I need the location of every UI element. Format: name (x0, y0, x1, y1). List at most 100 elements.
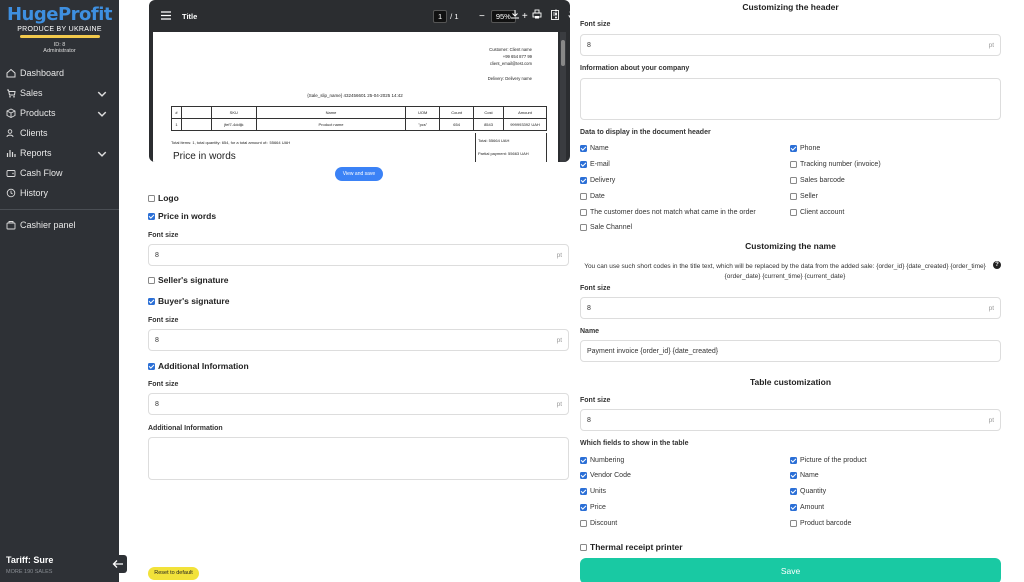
table-field-picture[interactable]: Picture of the product (790, 457, 867, 464)
pdf-scrollbar[interactable] (560, 32, 566, 162)
checkbox-box[interactable] (790, 177, 797, 184)
sidebar-item-cash-flow[interactable]: Cash Flow (0, 163, 119, 183)
checkbox-box[interactable] (790, 145, 797, 152)
checkbox-box[interactable] (580, 504, 587, 511)
more-vertical-icon[interactable] (554, 9, 558, 19)
checkbox-box[interactable] (790, 161, 797, 168)
checkbox-box[interactable] (580, 543, 587, 551)
checkbox-box[interactable] (148, 212, 155, 220)
save-button[interactable]: Save (580, 558, 1001, 582)
signature-font-size-input[interactable]: 8 pt (148, 329, 569, 351)
sidebar-item-history[interactable]: History (0, 183, 119, 203)
header-field-phone[interactable]: Phone (790, 145, 820, 152)
checkbox-box[interactable] (790, 457, 797, 464)
zoom-out-button[interactable]: − (479, 11, 485, 22)
header-field-seller[interactable]: Seller (790, 193, 818, 200)
sidebar-item-products[interactable]: Products (0, 103, 119, 123)
header-field-date[interactable]: Date (580, 193, 605, 200)
table-font-size-input[interactable]: 8 pt (580, 409, 1001, 431)
table-field-amount[interactable]: Amount (790, 504, 824, 511)
reset-to-default-button[interactable]: Reset to default (148, 567, 199, 580)
rotate-icon[interactable] (567, 10, 570, 20)
header-field-sale-channel[interactable]: Sale Channel (580, 224, 632, 231)
sidebar-item-reports[interactable]: Reports (0, 143, 119, 163)
table-field-vendor-code[interactable]: Vendor Code (580, 472, 631, 479)
pdf-title: Title (182, 12, 198, 21)
sidebar-item-dashboard[interactable]: Dashboard (0, 63, 119, 83)
checkbox-box[interactable] (148, 297, 155, 305)
checkbox-label: Name (800, 472, 819, 479)
table-header-cell: UOM (405, 106, 441, 119)
home-icon (6, 68, 16, 78)
sidebar-item-sales[interactable]: Sales (0, 83, 119, 103)
checkbox-box[interactable] (790, 472, 797, 479)
font-size-label: Font size (580, 397, 611, 404)
sidebar-divider (0, 209, 119, 210)
checkbox-box[interactable] (148, 362, 155, 370)
view-and-save-button[interactable]: View and save (335, 167, 383, 181)
name-input[interactable]: Payment invoice {order_id} {date_created… (580, 340, 1001, 362)
checkbox-box[interactable] (580, 161, 587, 168)
checkbox-box[interactable] (790, 504, 797, 511)
checkbox-box[interactable] (580, 177, 587, 184)
header-field-email[interactable]: E-mail (580, 161, 610, 168)
additional-information-textarea[interactable] (148, 437, 569, 480)
table-field-numbering[interactable]: Numbering (580, 457, 624, 464)
checkbox-box[interactable] (580, 193, 587, 200)
sidebar-item-cashier-panel[interactable]: Cashier panel (0, 215, 119, 235)
header-font-size-input[interactable]: 8 pt (580, 34, 1001, 56)
download-icon[interactable] (510, 9, 520, 19)
page-input[interactable]: 1 (433, 10, 448, 23)
checkbox-box[interactable] (580, 457, 587, 464)
thermal-printer-checkbox[interactable]: Thermal receipt printer (580, 542, 683, 552)
logo-checkbox[interactable]: Logo (148, 193, 179, 203)
table-field-quantity[interactable]: Quantity (790, 488, 826, 495)
font-size-label: Font size (148, 232, 179, 239)
price-in-words-checkbox[interactable]: Price in words (148, 211, 216, 221)
table-field-discount[interactable]: Discount (580, 520, 617, 527)
collapse-sidebar-button[interactable] (109, 555, 127, 573)
checkbox-box[interactable] (790, 488, 797, 495)
scrollbar-thumb[interactable] (561, 40, 565, 66)
checkbox-label: Discount (590, 520, 618, 527)
menu-icon[interactable] (161, 11, 171, 20)
company-info-textarea[interactable] (580, 78, 1001, 120)
header-field-tracking[interactable]: Tracking number (invoice) (790, 161, 881, 168)
checkbox-box[interactable] (580, 472, 587, 479)
header-field-delivery[interactable]: Delivery (580, 177, 615, 184)
header-field-client-account[interactable]: Client account (790, 209, 844, 216)
sidebar-item-label: Sales (20, 88, 43, 98)
sidebar-item-clients[interactable]: Clients (0, 123, 119, 143)
buyers-signature-checkbox[interactable]: Buyer's signature (148, 296, 229, 306)
print-icon[interactable] (532, 9, 542, 19)
checkbox-box[interactable] (790, 209, 797, 216)
table-field-name[interactable]: Name (790, 472, 819, 479)
checkbox-box[interactable] (790, 520, 797, 527)
checkbox-label: Sales barcode (800, 177, 845, 184)
checkbox-box[interactable] (580, 520, 587, 527)
checkbox-box[interactable] (580, 224, 587, 231)
header-field-name[interactable]: Name (580, 145, 609, 152)
checkbox-box[interactable] (148, 194, 155, 202)
additional-font-size-input[interactable]: 8 pt (148, 393, 569, 415)
table-field-price[interactable]: Price (580, 504, 606, 511)
table-row: 1 jfef7-4ddljk Product name "pcs" 654 85… (171, 118, 547, 131)
checkbox-box[interactable] (580, 145, 587, 152)
price-words-font-size-input[interactable]: 8 pt (148, 244, 569, 266)
checkbox-box[interactable] (790, 193, 797, 200)
table-cell: 999993392 UAH (503, 118, 547, 131)
table-field-product-barcode[interactable]: Product barcode (790, 520, 851, 527)
table-cell: jfef7-4ddljk (210, 118, 257, 131)
sellers-signature-checkbox[interactable]: Seller's signature (148, 275, 229, 285)
table-field-units[interactable]: Units (580, 488, 606, 495)
additional-information-checkbox[interactable]: Additional Information (148, 361, 249, 371)
chevron-down-icon (97, 151, 107, 157)
checkbox-box[interactable] (580, 209, 587, 216)
checkbox-box[interactable] (580, 488, 587, 495)
help-icon[interactable]: ? (993, 261, 1001, 269)
header-field-sales-barcode[interactable]: Sales barcode (790, 177, 845, 184)
header-field-customer-mismatch[interactable]: The customer does not match what came in… (580, 209, 756, 216)
name-font-size-input[interactable]: 8 pt (580, 297, 1001, 319)
checkbox-box[interactable] (148, 276, 155, 284)
logo[interactable]: HugeProfit PRODUCE BY UKRAINE ID: 8 Admi… (0, 0, 119, 54)
